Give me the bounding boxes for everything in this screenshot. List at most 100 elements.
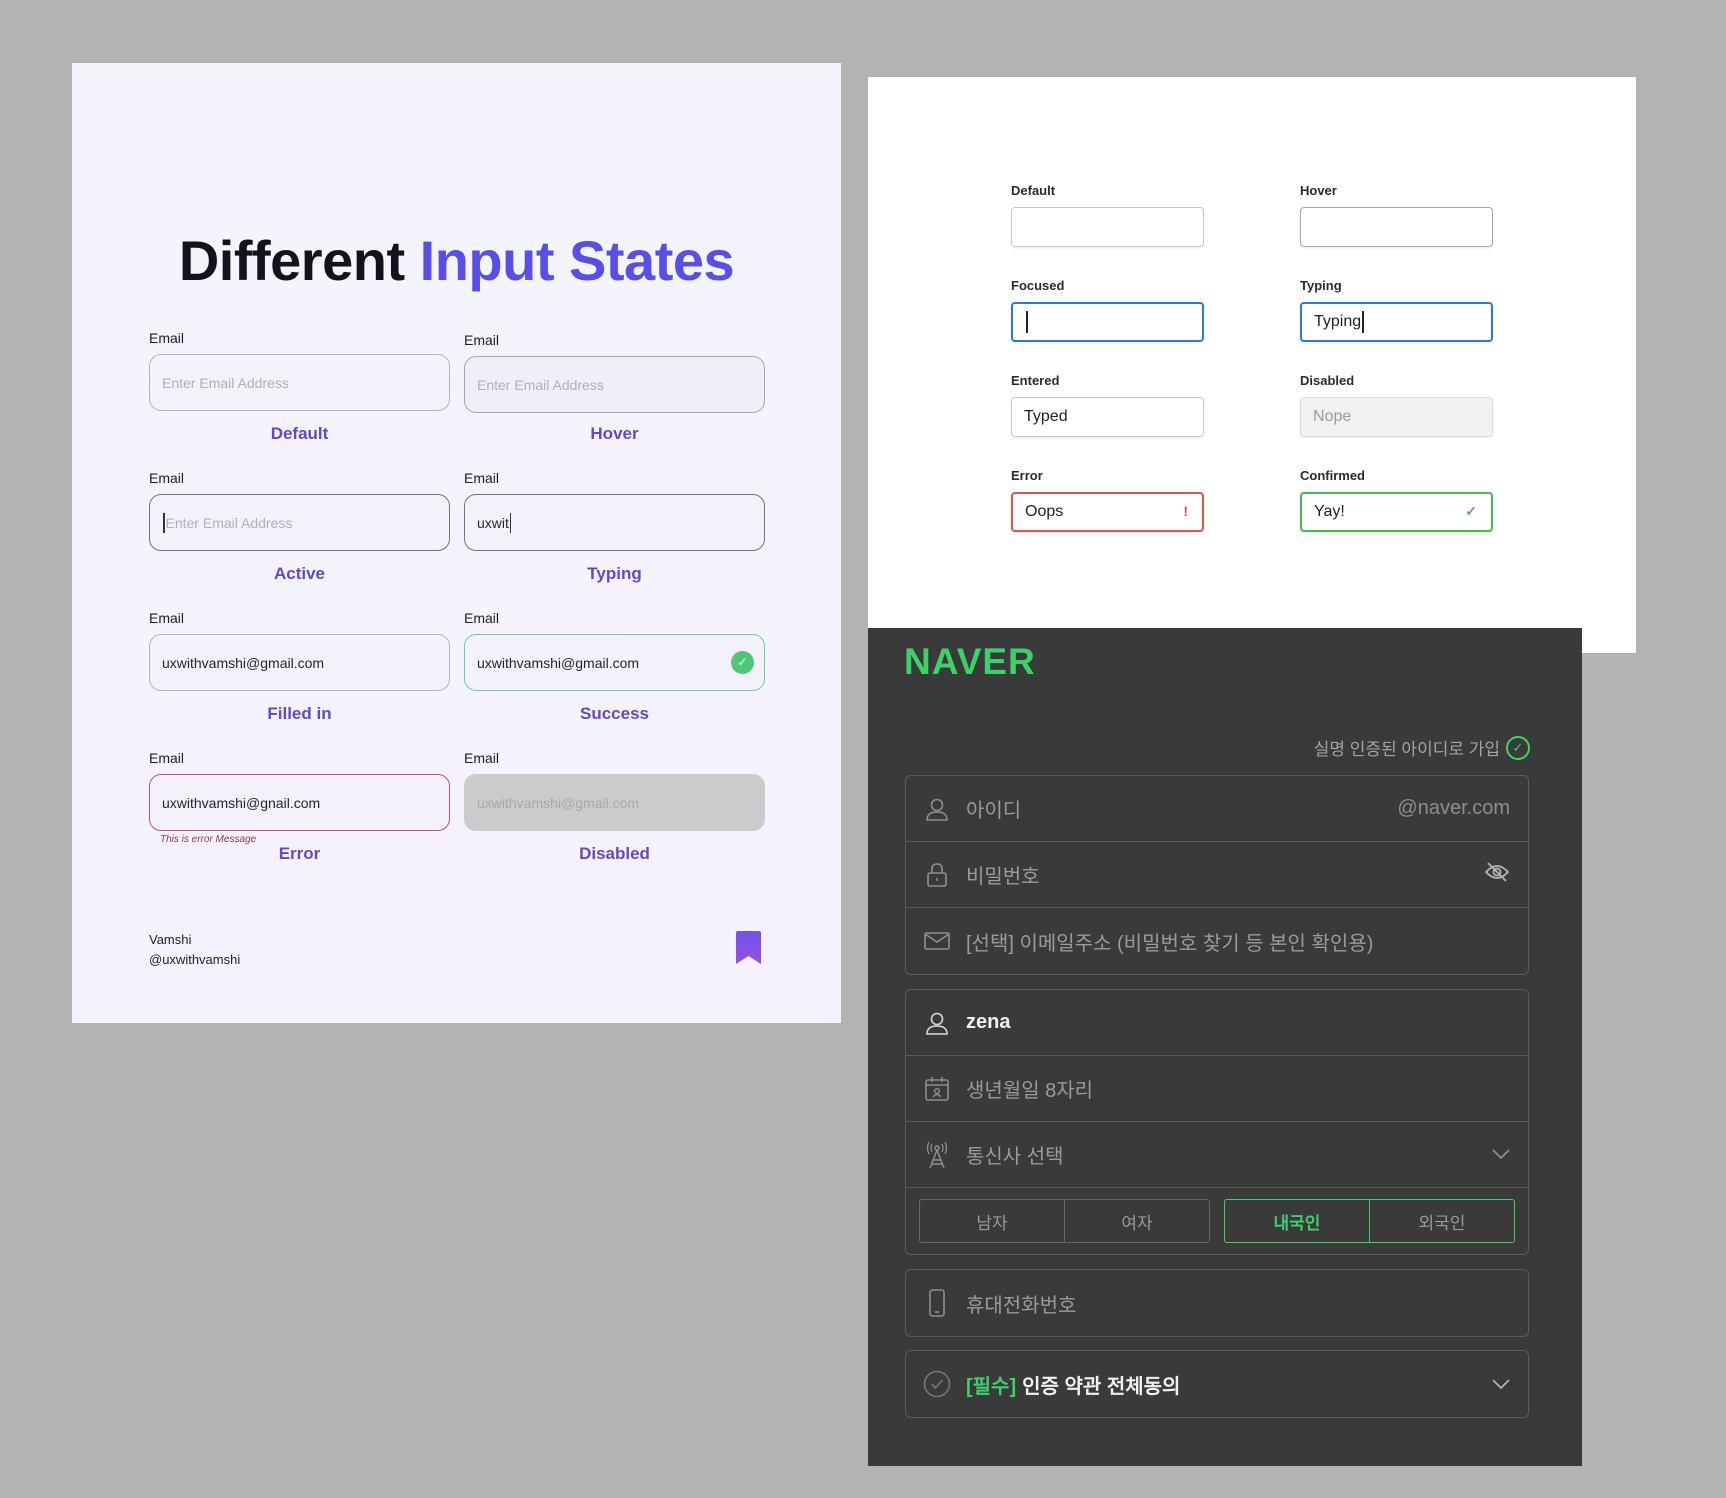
gender-option-male[interactable]: 남자 xyxy=(920,1200,1064,1242)
required-tag: [필수] xyxy=(966,1375,1017,1398)
field-typing: Typing Typing xyxy=(1300,277,1493,342)
eye-off-icon[interactable] xyxy=(1484,861,1510,889)
field-label: Email xyxy=(149,750,185,766)
author-credit: Vamshi @uxwithvamshi xyxy=(149,930,240,970)
field-entered: Entered Typed xyxy=(1011,372,1204,437)
terms-agree-all[interactable]: [필수] 인증 약관 전체동의 xyxy=(906,1351,1528,1417)
email-field-active: Email Enter Email Address xyxy=(149,469,450,551)
chevron-down-icon[interactable] xyxy=(1492,1373,1510,1396)
gender-toggle: 남자 여자 xyxy=(919,1199,1210,1243)
check-circle-icon: ✓ xyxy=(731,651,754,674)
text-input-error[interactable]: Oops ! xyxy=(1011,492,1204,532)
field-confirmed: Confirmed Yay! ✓ xyxy=(1300,467,1493,532)
nationality-toggle: 내국인 외국인 xyxy=(1224,1199,1515,1243)
check-circle-icon[interactable] xyxy=(922,1369,952,1399)
field-label: Error xyxy=(1011,468,1043,483)
check-circle-icon: ✓ xyxy=(1506,735,1530,760)
email-input-error[interactable]: uxwithvamshi@gnail.com xyxy=(149,774,450,831)
phone-input[interactable]: 휴대전화번호 xyxy=(906,1270,1528,1336)
birthdate-input[interactable]: 생년월일 8자리 xyxy=(906,1056,1528,1122)
state-label-success: Success xyxy=(580,704,649,723)
field-states-card: Default Hover Focused Typing Typing Ente… xyxy=(868,77,1636,653)
input-states-card: Different Input States Email Enter Email… xyxy=(72,63,841,1023)
user-icon xyxy=(922,1008,952,1038)
field-error: Error Oops ! xyxy=(1011,467,1204,532)
mail-icon xyxy=(922,926,952,956)
antenna-icon xyxy=(922,1140,952,1170)
text-input-default[interactable] xyxy=(1011,207,1204,247)
field-label: Focused xyxy=(1011,278,1065,293)
email-field-typing: Email uxwit xyxy=(464,469,765,551)
nationality-option-domestic[interactable]: 내국인 xyxy=(1225,1200,1370,1242)
text-input-entered[interactable]: Typed xyxy=(1011,397,1204,437)
field-disabled: Disabled Nope xyxy=(1300,372,1493,437)
verified-signup-link[interactable]: 실명 인증된 아이디로 가입 ✓ xyxy=(1314,735,1530,760)
email-input-default[interactable]: Enter Email Address xyxy=(149,354,450,411)
nationality-option-foreign[interactable]: 외국인 xyxy=(1370,1200,1514,1242)
field-label: Email xyxy=(149,330,185,346)
card-title: Different Input States xyxy=(178,229,735,292)
email-field-hover: Email Enter Email Address xyxy=(464,331,765,413)
email-input-success[interactable]: uxwithvamshi@gmail.com ✓ xyxy=(464,634,765,691)
error-icon: ! xyxy=(1183,503,1188,519)
field-default: Default xyxy=(1011,182,1204,247)
state-label-disabled: Disabled xyxy=(579,844,650,863)
personal-info-group: zena 생년월일 8자리 통신사 선택 남자 여자 내국인 외국인 xyxy=(905,989,1529,1255)
text-caret xyxy=(163,512,165,533)
text-input-hover[interactable] xyxy=(1300,207,1493,247)
gender-option-female[interactable]: 여자 xyxy=(1064,1200,1209,1242)
email-input-disabled: uxwithvamshi@gmail.com xyxy=(464,774,765,831)
terms-group: [필수] 인증 약관 전체동의 xyxy=(905,1350,1529,1418)
user-icon xyxy=(922,794,952,824)
phone-icon xyxy=(922,1288,952,1318)
id-input[interactable]: 아이디 @naver.com xyxy=(906,776,1528,842)
field-label: Email xyxy=(464,750,500,766)
bookmark-icon[interactable] xyxy=(736,931,761,964)
state-label-hover: Hover xyxy=(590,424,639,443)
account-group: 아이디 @naver.com 비밀번호 [선택] 이메일주소 (비밀번호 찾기 … xyxy=(905,775,1529,975)
email-input[interactable]: [선택] 이메일주소 (비밀번호 찾기 등 본인 확인용) xyxy=(906,908,1528,974)
calendar-icon xyxy=(922,1074,952,1104)
text-caret xyxy=(509,512,512,533)
naver-logo: NAVER xyxy=(904,641,1036,682)
chevron-down-icon xyxy=(1492,1143,1510,1166)
lock-icon xyxy=(922,860,952,890)
author-handle: @uxwithvamshi xyxy=(149,952,241,967)
state-label-filled: Filled in xyxy=(267,704,332,723)
field-label: Email xyxy=(464,610,500,626)
gender-nationality-row: 남자 여자 내국인 외국인 xyxy=(906,1188,1528,1254)
text-input-focused[interactable] xyxy=(1011,302,1204,342)
field-label: Email xyxy=(464,470,500,486)
email-input-hover[interactable]: Enter Email Address xyxy=(464,356,765,413)
text-input-disabled: Nope xyxy=(1300,397,1493,437)
field-focused: Focused xyxy=(1011,277,1204,342)
email-field-default: Email Enter Email Address xyxy=(149,329,450,411)
field-label: Email xyxy=(464,332,500,348)
email-input-active[interactable]: Enter Email Address xyxy=(149,494,450,551)
state-label-error: Error xyxy=(278,844,321,863)
field-label: Typing xyxy=(1300,278,1342,293)
state-label-active: Active xyxy=(273,564,326,583)
field-label: Disabled xyxy=(1300,373,1355,388)
email-input-typing[interactable]: uxwit xyxy=(464,494,765,551)
text-input-typing[interactable]: Typing xyxy=(1300,302,1493,342)
field-label: Hover xyxy=(1300,183,1337,198)
field-label: Default xyxy=(1011,183,1056,198)
author-name: Vamshi xyxy=(149,932,192,947)
text-input-confirmed[interactable]: Yay! ✓ xyxy=(1300,492,1493,532)
field-label: Confirmed xyxy=(1300,468,1365,483)
email-field-filled: Email uxwithvamshi@gmail.com xyxy=(149,609,450,691)
naver-signup-card: NAVER 실명 인증된 아이디로 가입 ✓ 아이디 @naver.com 비밀… xyxy=(868,628,1582,1466)
carrier-select[interactable]: 통신사 선택 xyxy=(906,1122,1528,1188)
field-label: Email xyxy=(149,470,185,486)
state-label-default: Default xyxy=(270,424,329,443)
email-field-disabled: Email uxwithvamshi@gmail.com xyxy=(464,749,765,831)
email-field-error: Email uxwithvamshi@gnail.com xyxy=(149,749,450,831)
name-input[interactable]: zena xyxy=(906,990,1528,1056)
check-icon: ✓ xyxy=(1465,503,1477,519)
email-input-filled[interactable]: uxwithvamshi@gmail.com xyxy=(149,634,450,691)
field-label: Email xyxy=(149,610,185,626)
password-input[interactable]: 비밀번호 xyxy=(906,842,1528,908)
phone-group: 휴대전화번호 xyxy=(905,1269,1529,1337)
state-label-typing: Typing xyxy=(587,564,642,583)
